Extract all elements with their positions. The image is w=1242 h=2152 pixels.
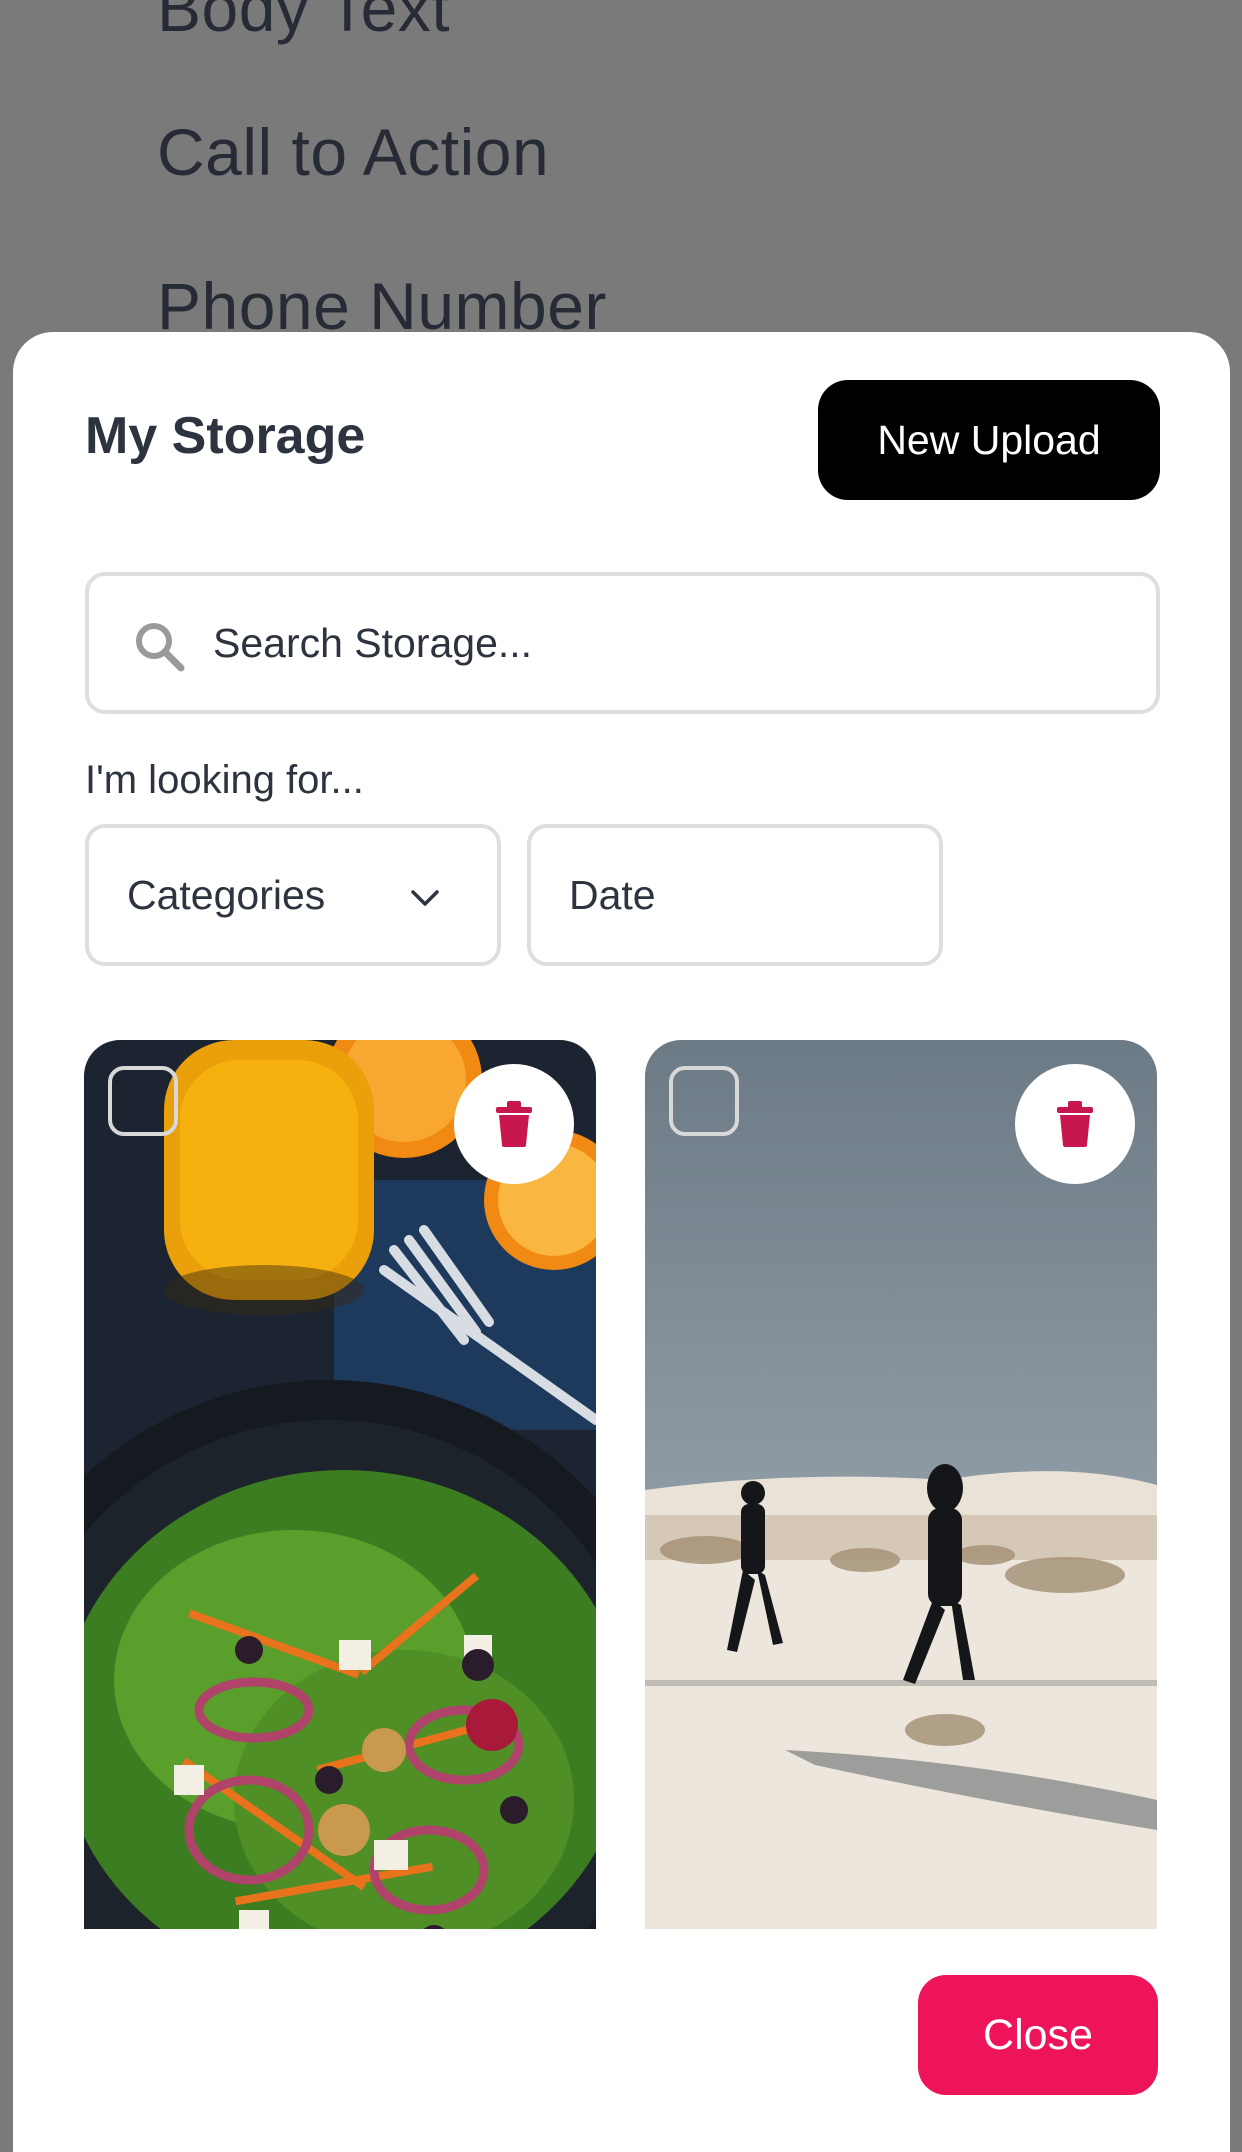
select-checkbox[interactable] — [669, 1066, 739, 1136]
new-upload-button[interactable]: New Upload — [818, 380, 1160, 500]
categories-label: Categories — [127, 872, 326, 918]
modal-title: My Storage — [85, 407, 366, 465]
close-button[interactable]: Close — [918, 1975, 1158, 2095]
date-filter[interactable]: Date — [527, 824, 943, 966]
people-walking-in-desert-photo — [645, 1040, 1157, 2040]
trash-icon — [1057, 1101, 1093, 1147]
delete-button[interactable] — [1015, 1064, 1135, 1184]
delete-button[interactable] — [454, 1064, 574, 1184]
categories-dropdown[interactable]: Categories — [85, 824, 501, 966]
storage-modal: My Storage New Upload Search Storage... … — [13, 332, 1230, 2152]
menu-item-call-to-action: Call to Action — [157, 115, 550, 189]
filters-heading: I'm looking for... — [85, 758, 364, 802]
select-checkbox[interactable] — [108, 1066, 178, 1136]
search-input[interactable]: Search Storage... — [213, 620, 532, 667]
search-icon — [136, 623, 185, 672]
menu-item-body-text: Body Text — [157, 0, 451, 45]
chevron-down-icon — [411, 890, 439, 906]
search-field[interactable]: Search Storage... — [85, 572, 1160, 714]
date-label: Date — [569, 872, 656, 918]
modal-footer: Close — [13, 1929, 1230, 2152]
storage-item-card[interactable] — [645, 1040, 1157, 2040]
salad-and-orange-juice-photo — [84, 1040, 596, 2040]
trash-icon — [496, 1101, 532, 1147]
storage-item-card[interactable] — [84, 1040, 596, 2040]
